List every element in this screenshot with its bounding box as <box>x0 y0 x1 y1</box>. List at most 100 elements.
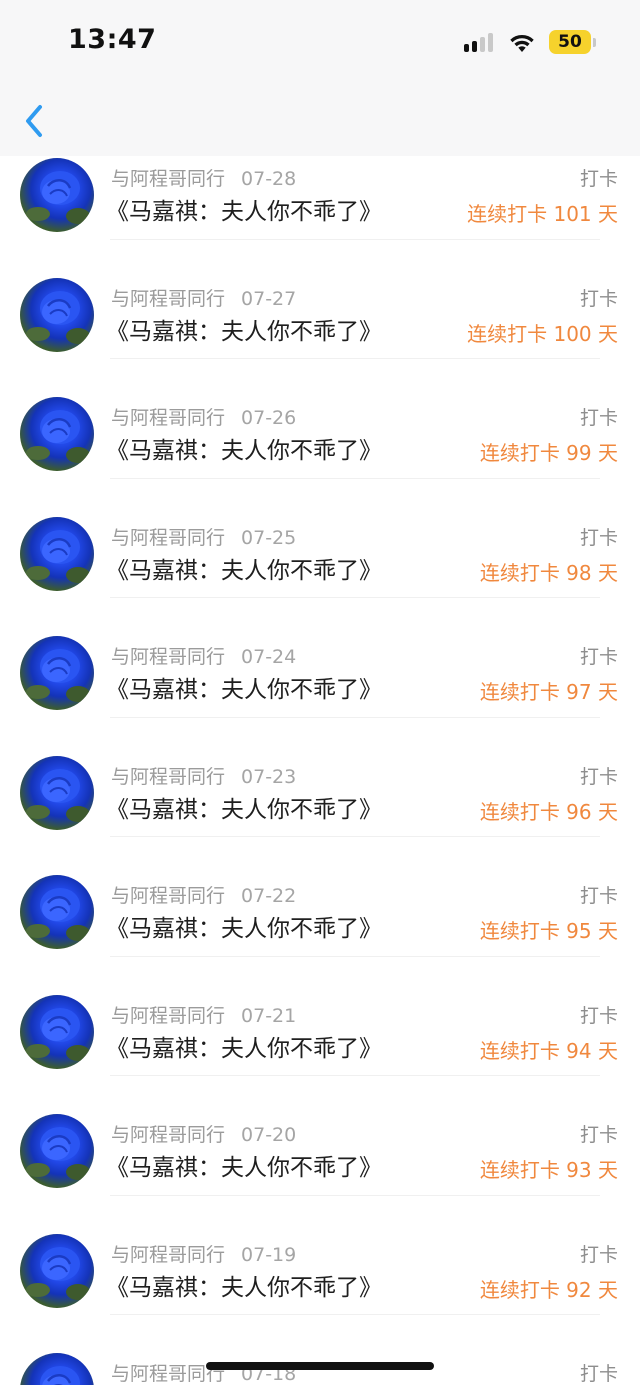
item-meta: 与阿程哥同行 07-24 <box>111 642 296 669</box>
list-item[interactable]: 与阿程哥同行 07-24 《马嘉祺：夫人你不乖了》 打卡 连续打卡 97 天 <box>0 598 640 718</box>
book-title: 《马嘉祺：夫人你不乖了》 <box>106 1155 382 1181</box>
author-name: 与阿程哥同行 <box>111 1124 226 1146</box>
header: 13:47 50 <box>0 0 640 156</box>
avatar[interactable] <box>20 516 94 591</box>
avatar[interactable] <box>20 875 94 949</box>
checkin-tag: 打卡 <box>579 168 618 190</box>
list-item[interactable]: 与阿程哥同行 07-22 《马嘉祺：夫人你不乖了》 打卡 连续打卡 95 天 <box>0 837 640 957</box>
list-item[interactable]: 与阿程哥同行 07-28 《马嘉祺：夫人你不乖了》 打卡 连续打卡 101 天 <box>0 156 640 240</box>
item-date: 07-22 <box>241 885 297 907</box>
screen: 13:47 50 与阿程哥同行 07-28 《马嘉祺：夫人你不乖了》 打卡 连续… <box>0 0 640 1385</box>
item-date: 07-28 <box>241 168 297 190</box>
checkin-tag: 打卡 <box>579 765 618 788</box>
list-item[interactable]: 与阿程哥同行 07-20 《马嘉祺：夫人你不乖了》 打卡 连续打卡 93 天 <box>0 1076 640 1196</box>
avatar[interactable] <box>20 1353 94 1385</box>
author-name: 与阿程哥同行 <box>111 885 226 907</box>
back-button[interactable] <box>18 98 52 144</box>
streak-count: 连续打卡 101 天 <box>467 202 618 226</box>
checkin-tag: 打卡 <box>579 526 618 549</box>
chevron-left-icon <box>26 105 42 137</box>
avatar[interactable] <box>20 277 94 352</box>
item-meta: 与阿程哥同行 07-26 <box>111 403 296 430</box>
book-title: 《马嘉祺：夫人你不乖了》 <box>106 916 382 942</box>
item-meta: 与阿程哥同行 07-23 <box>111 762 296 789</box>
blue-rose-image <box>26 529 90 583</box>
list-item[interactable]: 与阿程哥同行 07-21 《马嘉祺：夫人你不乖了》 打卡 连续打卡 94 天 <box>0 957 640 1076</box>
checkin-tag: 打卡 <box>579 885 618 907</box>
blue-rose-image <box>26 768 90 822</box>
checkin-tag: 打卡 <box>579 1363 618 1385</box>
battery-level: 50 <box>558 31 582 52</box>
blue-rose-image <box>26 171 90 224</box>
blue-rose-image <box>26 410 90 463</box>
checkin-list[interactable]: 与阿程哥同行 07-28 《马嘉祺：夫人你不乖了》 打卡 连续打卡 101 天 与… <box>0 156 640 1385</box>
author-name: 与阿程哥同行 <box>111 1004 226 1027</box>
status-time: 13:47 <box>68 24 157 55</box>
blue-rose-image <box>26 1127 90 1180</box>
checkin-tag: 打卡 <box>579 1004 618 1027</box>
streak-count: 连续打卡 100 天 <box>467 321 618 346</box>
checkin-tag: 打卡 <box>579 1243 618 1266</box>
streak-count: 连续打卡 98 天 <box>479 560 618 585</box>
author-name: 与阿程哥同行 <box>111 1243 226 1266</box>
streak-count: 连续打卡 95 天 <box>479 919 618 943</box>
avatar[interactable] <box>20 636 94 710</box>
book-title: 《马嘉祺：夫人你不乖了》 <box>106 796 382 823</box>
item-meta: 与阿程哥同行 07-28 <box>111 164 296 191</box>
book-title: 《马嘉祺：夫人你不乖了》 <box>106 318 382 345</box>
item-date: 07-25 <box>241 526 297 549</box>
streak-count: 连续打卡 92 天 <box>479 1277 618 1302</box>
cellular-signal-icon <box>464 32 493 52</box>
avatar[interactable] <box>20 158 94 232</box>
author-name: 与阿程哥同行 <box>111 287 226 310</box>
item-date: 07-26 <box>241 407 297 429</box>
item-date: 07-24 <box>241 646 297 668</box>
book-title: 《马嘉祺：夫人你不乖了》 <box>106 557 382 584</box>
blue-rose-image <box>40 1366 80 1385</box>
home-indicator[interactable] <box>206 1362 434 1370</box>
author-name: 与阿程哥同行 <box>111 646 226 668</box>
book-title: 《马嘉祺：夫人你不乖了》 <box>106 438 382 464</box>
avatar[interactable] <box>20 1114 94 1188</box>
item-date: 07-20 <box>241 1124 297 1146</box>
wifi-icon <box>510 34 534 52</box>
book-title: 《马嘉祺：夫人你不乖了》 <box>106 677 382 703</box>
item-date: 07-27 <box>241 287 297 310</box>
blue-rose-image <box>26 290 90 344</box>
author-name: 与阿程哥同行 <box>111 765 226 788</box>
avatar[interactable] <box>20 994 94 1069</box>
item-date: 07-23 <box>241 765 297 788</box>
item-meta: 与阿程哥同行 07-25 <box>111 523 296 550</box>
blue-rose-image <box>26 1007 90 1061</box>
status-icons: 50 <box>464 30 596 54</box>
checkin-list-inner: 与阿程哥同行 07-28 《马嘉祺：夫人你不乖了》 打卡 连续打卡 101 天 与… <box>0 156 640 1385</box>
battery-icon: 50 <box>549 30 591 54</box>
book-title: 《马嘉祺：夫人你不乖了》 <box>106 1274 382 1301</box>
blue-rose-image <box>26 888 90 941</box>
list-item[interactable]: 与阿程哥同行 07-23 《马嘉祺：夫人你不乖了》 打卡 连续打卡 96 天 <box>0 718 640 837</box>
streak-count: 连续打卡 94 天 <box>479 1038 618 1063</box>
list-item[interactable]: 与阿程哥同行 07-25 《马嘉祺：夫人你不乖了》 打卡 连续打卡 98 天 <box>0 479 640 598</box>
battery-cap <box>593 37 596 47</box>
list-item[interactable]: 与阿程哥同行 07-19 《马嘉祺：夫人你不乖了》 打卡 连续打卡 92 天 <box>0 1196 640 1315</box>
list-item[interactable]: 与阿程哥同行 07-18 打卡 <box>0 1315 640 1385</box>
book-title: 《马嘉祺：夫人你不乖了》 <box>106 199 382 225</box>
author-name: 与阿程哥同行 <box>111 526 226 549</box>
avatar[interactable] <box>20 397 94 471</box>
streak-count: 连续打卡 96 天 <box>479 799 618 824</box>
streak-count: 连续打卡 97 天 <box>479 680 618 704</box>
author-name: 与阿程哥同行 <box>111 168 226 190</box>
avatar[interactable] <box>20 1233 94 1308</box>
item-meta: 与阿程哥同行 07-20 <box>111 1120 296 1147</box>
checkin-tag: 打卡 <box>579 646 618 668</box>
item-meta: 与阿程哥同行 07-27 <box>111 284 296 311</box>
author-name: 与阿程哥同行 <box>111 407 226 429</box>
item-date: 07-19 <box>241 1243 297 1266</box>
streak-count: 连续打卡 99 天 <box>479 441 618 465</box>
list-item[interactable]: 与阿程哥同行 07-27 《马嘉祺：夫人你不乖了》 打卡 连续打卡 100 天 <box>0 240 640 359</box>
checkin-tag: 打卡 <box>579 407 618 429</box>
avatar[interactable] <box>20 755 94 830</box>
blue-rose-image <box>26 649 90 702</box>
checkin-tag: 打卡 <box>579 1124 618 1146</box>
list-item[interactable]: 与阿程哥同行 07-26 《马嘉祺：夫人你不乖了》 打卡 连续打卡 99 天 <box>0 359 640 479</box>
